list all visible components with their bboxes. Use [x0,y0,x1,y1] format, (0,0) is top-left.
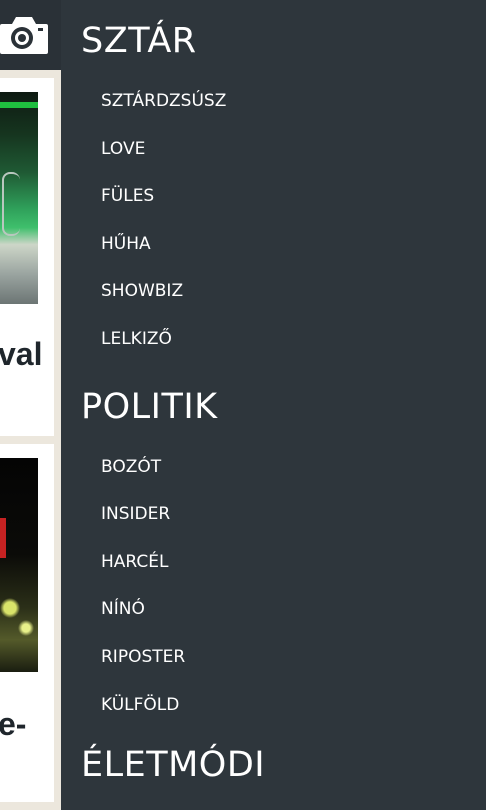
nav-section-title[interactable]: POLITIK [61,368,486,446]
nav-item-bozot[interactable]: BOZÓT [61,444,486,492]
nav-subitem-list: BOZÓT INSIDER HARCÉL NÍNÓ RIPOSTER KÜLFÖ… [61,444,486,730]
nav-section-sztar: SZTÁR SZTÁRDZSÚSZ LOVE FÜLES HŰHA SHOWBI… [61,2,486,364]
nav-subitem-list: SZTÁRDZSÚSZ LOVE FÜLES HŰHA SHOWBIZ LELK… [61,78,486,364]
nav-item-nino[interactable]: NÍNÓ [61,586,486,634]
nav-item-fules[interactable]: FÜLES [61,173,486,221]
camera-icon[interactable] [0,14,48,56]
nav-section-title[interactable]: SZTÁR [61,2,486,80]
nav-item-huha[interactable]: HŰHA [61,221,486,269]
article-title[interactable]: val [0,336,42,373]
nav-section-politik: POLITIK BOZÓT INSIDER HARCÉL NÍNÓ RIPOST… [61,368,486,730]
navigation-drawer: SZTÁR SZTÁRDZSÚSZ LOVE FÜLES HŰHA SHOWBI… [61,0,486,810]
nav-section-title[interactable]: ÉLETMÓDI [61,735,486,795]
nav-item-kulfold[interactable]: KÜLFÖLD [61,682,486,730]
article-thumbnail[interactable] [0,92,38,304]
nav-item-harcel[interactable]: HARCÉL [61,539,486,587]
nav-item-insider[interactable]: INSIDER [61,491,486,539]
nav-item-showbiz[interactable]: SHOWBIZ [61,268,486,316]
article-title[interactable]: e- [0,706,26,743]
background-page: val e- [0,0,61,810]
article-card[interactable]: val [0,78,54,436]
nav-item-sztardzsusz[interactable]: SZTÁRDZSÚSZ [61,78,486,126]
article-thumbnail[interactable] [0,458,38,672]
nav-item-riposter[interactable]: RIPOSTER [61,634,486,682]
nav-item-love[interactable]: LOVE [61,126,486,174]
nav-section-eletmodi: ÉLETMÓDI [61,735,486,795]
nav-item-lelkizo[interactable]: LELKIZŐ [61,316,486,364]
article-card[interactable]: e- [0,444,54,802]
background-header [0,0,61,70]
